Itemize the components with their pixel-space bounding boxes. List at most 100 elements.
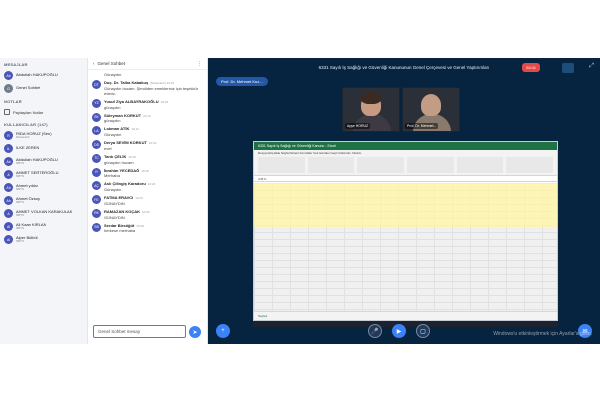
user-role: NBTS	[16, 226, 25, 231]
chat-message: Günaydın	[92, 72, 203, 77]
microphone-button[interactable]: 🎤	[368, 324, 382, 338]
chat-item-label: Abdullah HAKUPOĞLU	[16, 73, 58, 78]
message-author: Süleyman KORKUT	[104, 112, 142, 118]
message-text: günaydın hocam	[104, 159, 134, 165]
windows-activation-watermark: Windows'u etkinleştirmek için Ayarlar'a …	[493, 331, 592, 337]
notes-heading: NOTLAR	[4, 99, 22, 104]
user-list-item[interactable]: Ab Abdullah HAKUPOĞLU NBTS	[0, 155, 87, 168]
avatar: A	[4, 170, 13, 179]
shared-notes-link[interactable]: Paylaşılan Notlar	[0, 106, 87, 118]
message-author: Doç. Dr. Talha Kabakuş	[104, 80, 149, 85]
chat-message: FE FATMA ERAVCI 10:23 GÜNAYDIN	[92, 195, 203, 206]
back-icon[interactable]: ‹	[93, 61, 95, 66]
private-chat-item[interactable]: Ab Abdullah HAKUPOĞLU	[0, 69, 87, 82]
more-options-icon[interactable]: ⋮	[197, 61, 202, 67]
chat-title: Genel Sohbet	[97, 61, 126, 66]
avatar: YZ	[92, 98, 101, 108]
excel-title-bar: 6331 Sayılı İş Sağlığı ve Güvenliği Kanu…	[254, 142, 557, 150]
user-list-item[interactable]: Al Alper Bülbül NBTS	[0, 233, 87, 246]
user-list-item[interactable]: R RIDA HORUZ (Sen) Moderatör	[0, 129, 87, 142]
webcam-tile[interactable]: Prof. Dr. Mehmet...	[402, 87, 460, 132]
person-hair	[361, 92, 381, 104]
message-author: Tarık ÇELİK	[104, 153, 127, 159]
user-name: Abdullah HAKUPOĞLU NBTS	[16, 157, 58, 166]
message-text: Günaydın	[104, 72, 122, 77]
chat-item-label: Genel Sohbet	[16, 86, 41, 91]
webcam-name: Ayşe HORUZ	[345, 123, 371, 129]
excel-ribbon: Dosya Giriş Ekle Sayfa Düzeni Formüller …	[254, 150, 557, 176]
actions-button[interactable]: +	[216, 324, 230, 338]
avatar: İL	[4, 144, 13, 153]
meeting-title: 6331 Sayılı İş Sağlığı ve Güvenliği Kanu…	[318, 65, 490, 70]
user-role: NBTS	[16, 239, 25, 244]
recording-timer[interactable]: 54:11	[522, 63, 540, 72]
chat-message: DS Derya SEVİM KORKUT 10:14 evet	[92, 140, 203, 151]
message-time: 10:22	[147, 182, 156, 187]
grey-rows	[254, 227, 557, 311]
chat-message: YZ Yusuf Ziya ALBAYRAKOĞLU 10:02 günaydın	[92, 98, 203, 110]
user-role: NBTS	[16, 161, 25, 166]
conference-app: MESAJLAR Ab Abdullah HAKUPOĞLU G Genel S…	[0, 58, 600, 344]
message-text: günaydın	[104, 104, 121, 110]
user-role: NBTS	[16, 200, 25, 205]
avatar: DT	[92, 80, 101, 89]
avatar: FE	[92, 195, 101, 204]
message-time: 10:13	[143, 113, 151, 118]
sheet-grid	[254, 183, 557, 311]
avatar: Ah	[4, 196, 13, 205]
message-author: FATMA ERAVCI	[104, 195, 134, 200]
message-author: İbrahim YECEDAĞ	[104, 167, 140, 173]
user-list-item[interactable]: A AHMET SERTEROĞLU NBTS	[0, 168, 87, 181]
avatar: R	[4, 131, 13, 140]
message-text: evet	[104, 145, 112, 151]
user-role: NBTS	[16, 174, 25, 179]
message-text: GÜNAYDIN	[104, 200, 125, 206]
chat-message: SK Süleyman KORKUT 10:13 günaydın	[92, 112, 203, 123]
avatar: DS	[92, 140, 101, 149]
message-time: 10:16	[141, 168, 149, 173]
user-list-item[interactable]: Al Ali Kaan KIRLAN NBTS	[0, 220, 87, 233]
avatar: Ah	[4, 183, 13, 192]
user-list: R RIDA HORUZ (Sen) Moderatör İL İLKE ZEREN Ab…	[0, 129, 87, 246]
avatar: Al	[4, 235, 13, 244]
message-time: 10:26	[142, 209, 150, 214]
user-list-item[interactable]: Ah Ahmet yıldız NBTS	[0, 181, 87, 194]
connection-status-icon[interactable]	[562, 63, 574, 73]
ribbon-groups	[258, 157, 554, 173]
shared-notes-label: Paylaşılan Notlar	[13, 109, 44, 115]
person-face	[421, 94, 441, 116]
message-time: 10:13	[131, 127, 139, 132]
user-name: İLKE ZEREN	[16, 146, 40, 151]
message-time: 10:14	[148, 141, 157, 145]
message-text: Merhaba	[104, 173, 120, 179]
users-panel: MESAJLAR Ab Abdullah HAKUPOĞLU G Genel S…	[0, 58, 88, 344]
message-text: Günaydın hocam. Şimdiden emekleriniz içi…	[104, 85, 199, 96]
presenter-badge: Prof. Dr. Mehmet Kuz...	[216, 77, 268, 86]
webcam-tile[interactable]: Ayşe HORUZ	[342, 87, 400, 132]
camera-button[interactable]: ▶	[392, 324, 406, 338]
chat-message-input[interactable]: Genel Sohbet mesajı	[93, 325, 186, 338]
user-list-item[interactable]: A AHMET VOLKAN KARAKULAK NBTS	[0, 207, 87, 220]
user-list-item[interactable]: İL İLKE ZEREN	[0, 142, 87, 155]
user-name: AHMET SERTEROĞLU NBTS	[16, 170, 59, 179]
user-name: Alper Bülbül NBTS	[16, 235, 38, 244]
fullscreen-icon[interactable]: ⤢	[589, 63, 594, 70]
chat-message: TC Tarık ÇELİK 10:15 günaydın hocam	[92, 153, 203, 165]
message-author: Yusuf Ziya ALBAYRAKOĞLU	[104, 98, 159, 104]
public-chat-item[interactable]: G Genel Sohbet	[0, 82, 87, 95]
message-time: (Moderatör) 10:01	[150, 81, 175, 85]
shared-screen-spreadsheet: 6331 Sayılı İş Sağlığı ve Güvenliği Kanu…	[253, 141, 558, 321]
avatar: SK	[92, 112, 101, 122]
send-button[interactable]: ➤	[189, 326, 201, 338]
message-text: herkese merhaba	[104, 228, 136, 234]
message-author: Derya SEVİM KORKUT	[104, 140, 147, 145]
presentation-area: 6331 Sayılı İş Sağlığı ve Güvenliği Kanu…	[208, 58, 600, 344]
user-name: Ahmet Özsoy NBTS	[16, 196, 41, 205]
screen-share-button[interactable]: ▢	[416, 324, 430, 338]
user-list-item[interactable]: Ah Ahmet Özsoy NBTS	[0, 194, 87, 207]
message-time: 10:28	[136, 223, 144, 228]
messages-heading: MESAJLAR	[4, 62, 28, 67]
message-author: Serdar Birsöğüt	[104, 222, 135, 228]
chat-message: SB Serdar Birsöğüt 10:28 herkese merhaba	[92, 222, 203, 234]
avatar: Ab	[4, 71, 13, 80]
